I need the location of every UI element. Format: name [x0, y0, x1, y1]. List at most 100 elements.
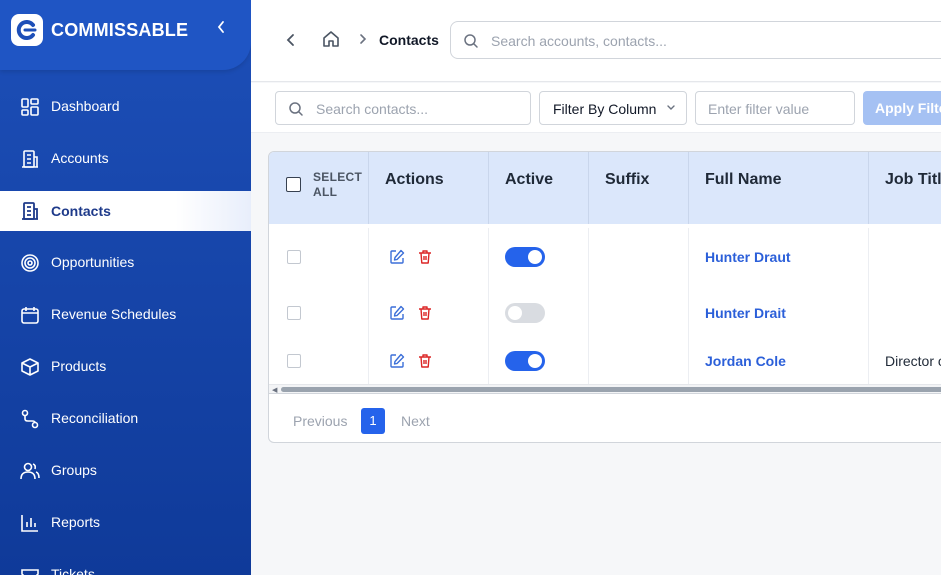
sidebar-item-label: Groups [51, 462, 97, 478]
select-all-label: SELECT ALL [313, 170, 363, 199]
back-chevron-icon[interactable] [283, 30, 299, 50]
global-search [450, 21, 941, 59]
edit-icon[interactable] [389, 353, 405, 369]
column-header-label: Actions [385, 171, 444, 188]
apply-filter-button[interactable]: Apply Filter [863, 91, 941, 125]
sidebar-item-reconciliation[interactable]: Reconciliation [0, 393, 251, 445]
column-header-actions[interactable]: Actions [369, 152, 489, 224]
row-checkbox[interactable] [287, 354, 301, 368]
users-icon [20, 462, 40, 480]
filter-bar: Filter By Column Apply Filter [251, 83, 941, 133]
sidebar-item-products[interactable]: Products [0, 341, 251, 393]
table-row[interactable]: Hunter Draut [269, 228, 941, 284]
collapse-sidebar-button[interactable] [212, 20, 230, 40]
sidebar-item-label: Dashboard [51, 98, 120, 114]
contact-name-link[interactable]: Hunter Drait [705, 305, 786, 321]
row-checkbox[interactable] [287, 306, 301, 320]
home-icon[interactable] [322, 30, 340, 48]
sidebar-item-revenue-schedules[interactable]: Revenue Schedules [0, 289, 251, 341]
delete-icon[interactable] [417, 249, 433, 265]
select-all-header: SELECT ALL [269, 152, 369, 224]
table-header: SELECT ALL Actions Active Suffix Full Na… [269, 152, 941, 224]
horizontal-scrollbar[interactable]: ◀ [269, 384, 941, 394]
contacts-icon [22, 202, 38, 220]
filter-column-value: Filter By Column [553, 101, 657, 117]
active-toggle[interactable] [505, 303, 545, 323]
next-page-button[interactable]: Next [401, 413, 430, 429]
edit-icon[interactable] [389, 305, 405, 321]
contact-name-link[interactable]: Jordan Cole [705, 353, 786, 369]
row-checkbox[interactable] [287, 250, 301, 264]
pagination: Previous 1 Next [269, 396, 941, 442]
toggle-knob [528, 250, 542, 264]
sidebar-item-opportunities[interactable]: Opportunities [0, 237, 251, 289]
column-header-label: Full Name [705, 171, 782, 188]
sidebar-item-label: Revenue Schedules [51, 306, 177, 322]
global-search-input[interactable] [491, 31, 911, 51]
sidebar-item-tickets[interactable]: Tickets [0, 549, 251, 575]
top-bar: Contacts [251, 0, 941, 82]
contact-name-link[interactable]: Hunter Draut [705, 249, 791, 265]
scrollbar-thumb[interactable] [281, 387, 941, 392]
row-select-cell [269, 228, 369, 284]
active-toggle[interactable] [505, 247, 545, 267]
row-suffix-cell [589, 332, 689, 384]
brand-header: COMMISSABLE [0, 0, 251, 70]
contact-search [275, 91, 531, 125]
box-icon [21, 358, 39, 376]
column-header-label: Suffix [605, 171, 650, 188]
chevron-down-icon [667, 105, 675, 110]
job-title-value: Director of Sales [885, 353, 941, 369]
delete-icon[interactable] [417, 353, 433, 369]
calendar-icon [21, 307, 39, 324]
column-header-suffix[interactable]: Suffix [589, 152, 689, 224]
chevron-right-icon [360, 34, 367, 44]
sidebar-item-label: Accounts [51, 150, 109, 166]
delete-icon[interactable] [417, 305, 433, 321]
brand-name: COMMISSABLE [51, 20, 189, 40]
active-toggle[interactable] [505, 351, 545, 371]
bar-chart-icon [21, 515, 38, 532]
sidebar-item-reports[interactable]: Reports [0, 497, 251, 549]
previous-page-button[interactable]: Previous [293, 413, 347, 429]
column-header-label: Active [505, 171, 554, 188]
sidebar-item-label: Contacts [51, 203, 111, 219]
scroll-left-icon[interactable]: ◀ [272, 386, 277, 394]
chevron-left-icon [217, 21, 224, 33]
search-icon [464, 34, 478, 48]
sidebar-item-label: Reports [51, 514, 101, 530]
route-icon [21, 409, 39, 429]
select-all-checkbox[interactable] [286, 177, 301, 192]
dashboard-icon [21, 98, 39, 116]
toggle-knob [528, 354, 542, 368]
sidebar-item-label: Reconciliation [51, 410, 139, 426]
sidebar-nav: Dashboard Accounts Contacts Opportunitie… [0, 81, 251, 575]
search-icon [289, 102, 303, 116]
sidebar-item-label: Tickets [51, 566, 95, 575]
sidebar-item-contacts[interactable]: Contacts [0, 191, 251, 231]
table-row[interactable]: Jordan Cole Director of Sales [269, 332, 941, 384]
building-icon [22, 150, 38, 168]
column-header-label: Job Title [885, 171, 941, 188]
column-header-active[interactable]: Active [489, 152, 589, 224]
filter-value-input[interactable] [708, 99, 848, 119]
filter-column-select[interactable]: Filter By Column [539, 91, 687, 125]
edit-icon[interactable] [389, 249, 405, 265]
column-header-job-title[interactable]: Job Title [869, 152, 941, 224]
sidebar-item-accounts[interactable]: Accounts [0, 133, 251, 185]
brand-logo-icon [11, 14, 43, 46]
sidebar-item-label: Products [51, 358, 107, 374]
ticket-icon [21, 569, 39, 575]
toggle-knob [508, 306, 522, 320]
column-header-full-name[interactable]: Full Name [689, 152, 869, 224]
target-icon [21, 254, 39, 272]
sidebar-item-label: Opportunities [51, 254, 135, 270]
row-suffix-cell [589, 228, 689, 284]
sidebar-item-dashboard[interactable]: Dashboard [0, 81, 251, 133]
contacts-table: SELECT ALL Actions Active Suffix Full Na… [268, 151, 941, 443]
filter-value-field [695, 91, 855, 125]
page-number-button[interactable]: 1 [361, 408, 385, 434]
sidebar-item-groups[interactable]: Groups [0, 445, 251, 497]
contact-search-input[interactable] [316, 99, 516, 119]
breadcrumb-current: Contacts [379, 32, 439, 48]
